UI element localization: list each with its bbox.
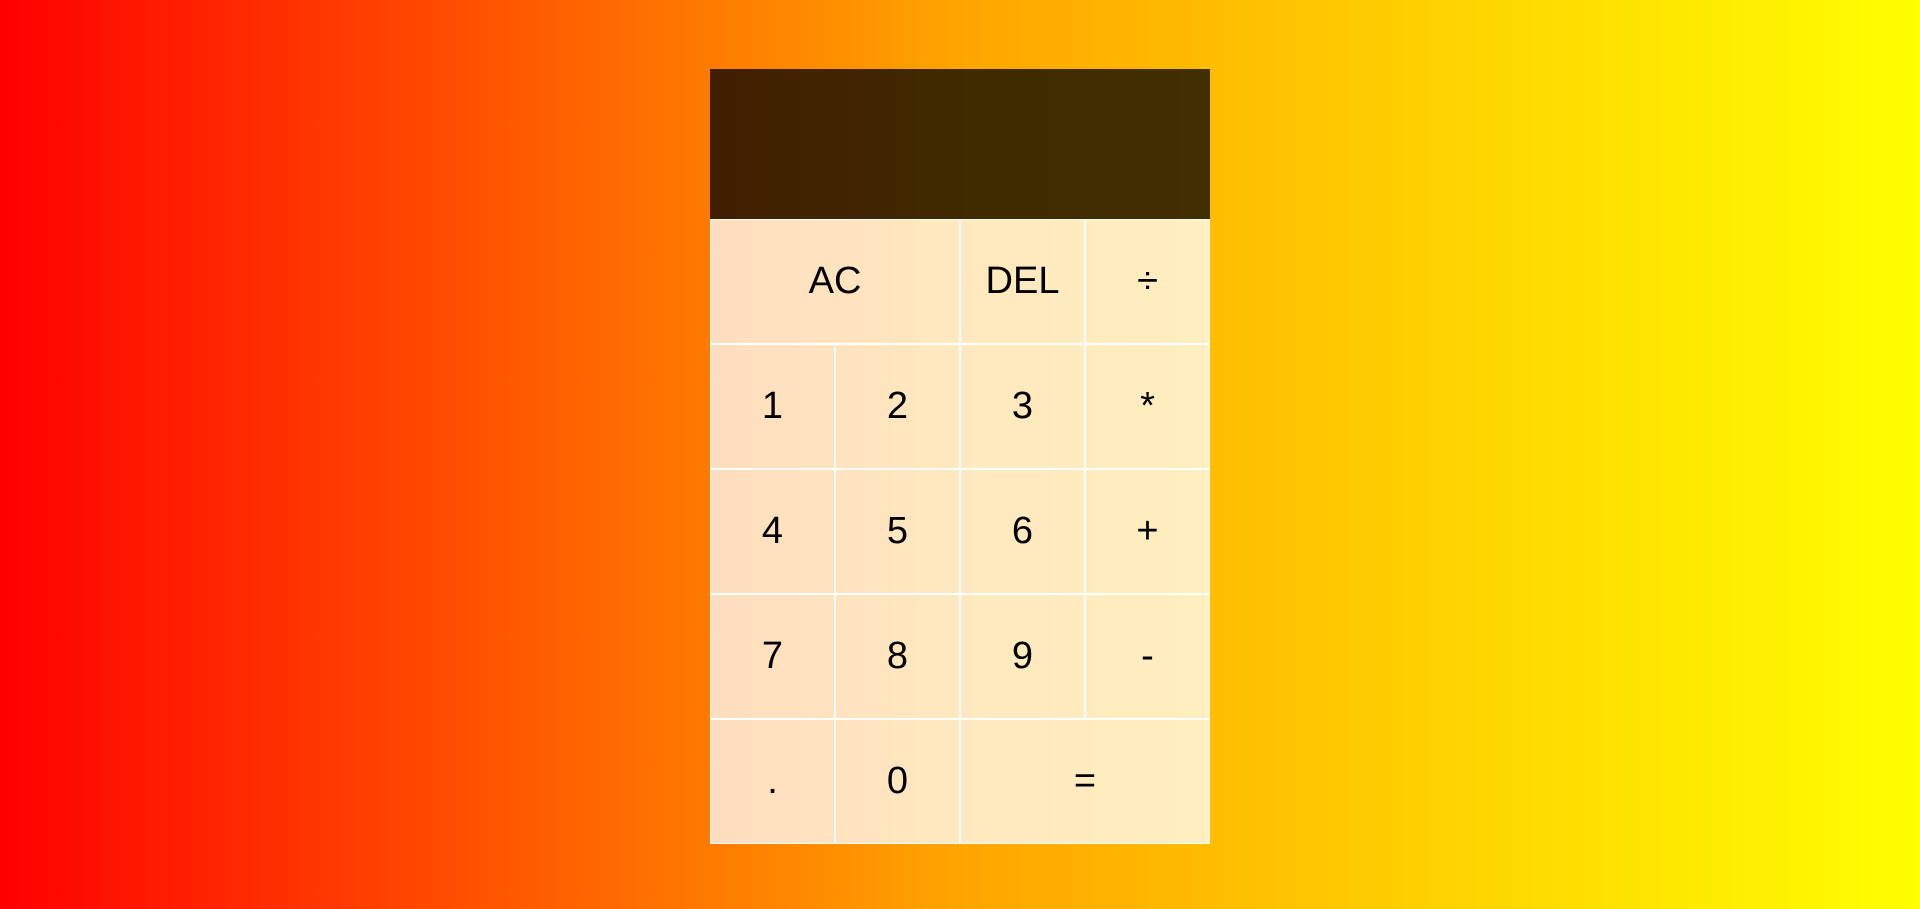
- subtract-button[interactable]: -: [1085, 594, 1210, 719]
- calculator: AC DEL ÷ 1 2 3 * 4 5 6 + 7 8 9 - . 0 =: [710, 69, 1210, 844]
- digit-6-button[interactable]: 6: [960, 469, 1085, 594]
- digit-3-button[interactable]: 3: [960, 344, 1085, 469]
- digit-7-button[interactable]: 7: [710, 594, 835, 719]
- digit-5-button[interactable]: 5: [835, 469, 960, 594]
- digit-1-button[interactable]: 1: [710, 344, 835, 469]
- equals-button[interactable]: =: [960, 719, 1210, 844]
- delete-button[interactable]: DEL: [960, 219, 1085, 344]
- digit-4-button[interactable]: 4: [710, 469, 835, 594]
- digit-8-button[interactable]: 8: [835, 594, 960, 719]
- digit-9-button[interactable]: 9: [960, 594, 1085, 719]
- calculator-display: [710, 69, 1210, 219]
- digit-2-button[interactable]: 2: [835, 344, 960, 469]
- digit-0-button[interactable]: 0: [835, 719, 960, 844]
- add-button[interactable]: +: [1085, 469, 1210, 594]
- decimal-button[interactable]: .: [710, 719, 835, 844]
- all-clear-button[interactable]: AC: [710, 219, 960, 344]
- divide-button[interactable]: ÷: [1085, 219, 1210, 344]
- multiply-button[interactable]: *: [1085, 344, 1210, 469]
